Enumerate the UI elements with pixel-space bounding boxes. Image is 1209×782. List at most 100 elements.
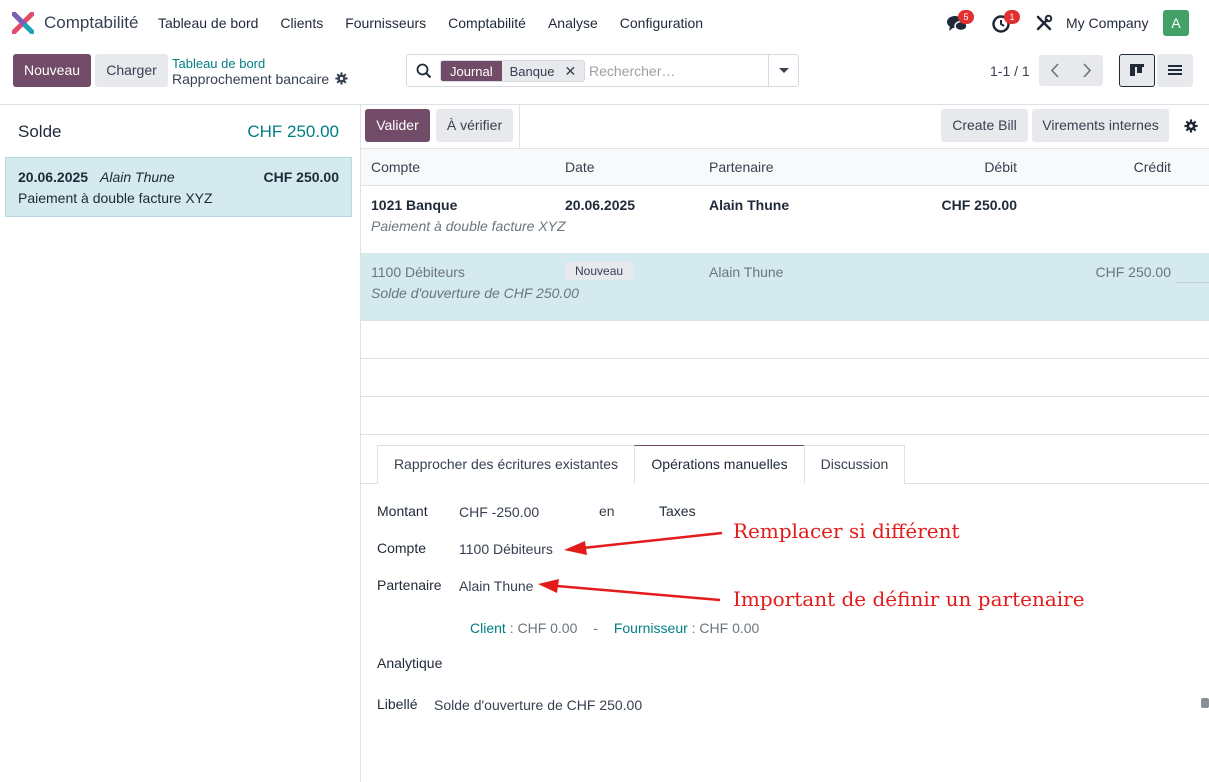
tab-manual-operations[interactable]: Opérations manuelles bbox=[634, 445, 805, 484]
empty-row bbox=[361, 359, 1209, 397]
messages-count-badge: 5 bbox=[958, 10, 974, 24]
page-title: Rapprochement bancaire bbox=[172, 71, 330, 87]
partner-balances: Client : CHF 0.00 - Fournisseur : CHF 0.… bbox=[470, 620, 759, 636]
annotation-define-partner: Important de définir un partenaire bbox=[733, 587, 1085, 611]
partner-field[interactable]: Alain Thune bbox=[459, 578, 533, 594]
arrow-to-account-icon bbox=[582, 531, 723, 550]
gear-icon[interactable] bbox=[1184, 119, 1198, 133]
search-options-toggle[interactable] bbox=[768, 55, 798, 86]
search-facet-journal: Journal Banque ✕ bbox=[440, 60, 586, 82]
new-badge: Nouveau bbox=[565, 262, 634, 280]
top-navbar: Comptabilité Tableau de bord Clients Fou… bbox=[0, 0, 1209, 46]
menu-item-configuration[interactable]: Configuration bbox=[620, 15, 703, 31]
menu-item-dashboard[interactable]: Tableau de bord bbox=[158, 15, 258, 31]
client-balance-value: : CHF 0.00 bbox=[509, 620, 578, 636]
debug-tools-button[interactable] bbox=[1035, 12, 1057, 34]
table-header: Compte Date Partenaire Débit Crédit bbox=[361, 148, 1209, 186]
search-bar: Journal Banque ✕ bbox=[406, 54, 799, 87]
pager-value[interactable]: 1-1 / 1 bbox=[990, 63, 1030, 79]
statement-date: 20.06.2025 bbox=[18, 169, 89, 185]
analytic-label: Analytique bbox=[377, 655, 443, 671]
row-debit: CHF 250.00 bbox=[941, 197, 1017, 213]
table-row[interactable]: 1021 Banque 20.06.2025 Alain Thune CHF 2… bbox=[361, 187, 1209, 254]
empty-row bbox=[361, 321, 1209, 359]
row-partner: Alain Thune bbox=[709, 197, 790, 213]
menu-item-customers[interactable]: Clients bbox=[280, 15, 323, 31]
messages-button[interactable]: 5 bbox=[946, 10, 974, 34]
list-icon bbox=[1168, 65, 1182, 75]
supplier-balance-link[interactable]: Fournisseur bbox=[614, 620, 688, 636]
divider bbox=[0, 104, 1209, 105]
annotation-replace-account: Remplacer si différent bbox=[733, 519, 960, 543]
empty-row bbox=[361, 397, 1209, 435]
menu-item-reporting[interactable]: Analyse bbox=[548, 15, 598, 31]
to-check-button[interactable]: À vérifier bbox=[436, 109, 513, 142]
create-bill-button[interactable]: Create Bill bbox=[941, 109, 1028, 142]
accounting-app-icon[interactable] bbox=[12, 12, 34, 34]
list-view-button[interactable] bbox=[1157, 54, 1193, 87]
main-menu: Tableau de bord Clients Fournisseurs Com… bbox=[158, 15, 725, 31]
table-row-selected[interactable]: 1100 Débiteurs Nouveau Alain Thune CHF 2… bbox=[361, 254, 1209, 321]
column-header-account: Compte bbox=[371, 159, 421, 175]
search-icon[interactable] bbox=[416, 63, 432, 79]
pager-previous-button[interactable] bbox=[1039, 55, 1071, 86]
gear-icon[interactable] bbox=[335, 72, 348, 85]
facet-value: Banque bbox=[501, 61, 563, 81]
validate-button[interactable]: Valider bbox=[365, 109, 430, 142]
account-label: Compte bbox=[377, 540, 427, 556]
balance-amount: CHF 250.00 bbox=[247, 122, 339, 141]
row-account: 1100 Débiteurs bbox=[371, 264, 465, 280]
label-field[interactable]: Solde d'ouverture de CHF 250.00 bbox=[434, 697, 642, 713]
currency-prefix: en bbox=[599, 503, 615, 519]
taxes-label: Taxes bbox=[659, 503, 696, 519]
balance-separator: - bbox=[593, 620, 598, 636]
bank-statement-line[interactable]: 20.06.2025 Alain Thune CHF 250.00 Paieme… bbox=[5, 157, 352, 217]
credit-input-underline bbox=[1175, 282, 1209, 283]
row-account: 1021 Banque bbox=[371, 197, 458, 213]
supplier-balance-value: : CHF 0.00 bbox=[691, 620, 760, 636]
tab-match-existing[interactable]: Rapprocher des écritures existantes bbox=[377, 445, 635, 484]
label-label: Libellé bbox=[377, 696, 418, 712]
upload-button[interactable]: Charger bbox=[95, 54, 168, 87]
remove-facet-icon[interactable]: ✕ bbox=[562, 61, 585, 81]
breadcrumb-dashboard-link[interactable]: Tableau de bord bbox=[172, 56, 265, 71]
statement-label: Paiement à double facture XYZ bbox=[18, 190, 213, 206]
chevron-right-icon bbox=[1083, 63, 1092, 78]
tab-discussion[interactable]: Discussion bbox=[804, 445, 905, 484]
company-switcher[interactable]: My Company bbox=[1066, 15, 1148, 31]
kanban-icon bbox=[1130, 64, 1144, 76]
partner-label: Partenaire bbox=[377, 577, 442, 593]
row-label: Solde d'ouverture de CHF 250.00 bbox=[371, 285, 579, 301]
pager-next-button[interactable] bbox=[1071, 55, 1103, 86]
search-input[interactable] bbox=[589, 61, 764, 81]
toolbar-divider bbox=[519, 105, 520, 149]
menu-item-vendors[interactable]: Fournisseurs bbox=[345, 15, 426, 31]
row-date: 20.06.2025 bbox=[565, 197, 636, 213]
facet-label: Journal bbox=[441, 61, 502, 81]
balance-label: Solde bbox=[18, 122, 62, 141]
activities-count-badge: 1 bbox=[1004, 10, 1020, 24]
menu-item-accounting[interactable]: Comptabilité bbox=[448, 15, 526, 31]
chevron-left-icon bbox=[1050, 63, 1059, 78]
account-field[interactable]: 1100 Débiteurs bbox=[459, 541, 553, 557]
column-header-credit: Crédit bbox=[1133, 159, 1171, 175]
arrow-to-partner-icon bbox=[556, 584, 721, 602]
statement-partner: Alain Thune bbox=[100, 169, 175, 185]
user-avatar[interactable]: A bbox=[1163, 10, 1189, 36]
column-header-partner: Partenaire bbox=[709, 159, 774, 175]
app-title[interactable]: Comptabilité bbox=[44, 13, 139, 33]
activities-button[interactable]: 1 bbox=[992, 10, 1020, 34]
amount-label: Montant bbox=[377, 503, 428, 519]
arrowhead-account-icon bbox=[564, 541, 587, 555]
internal-transfers-button[interactable]: Virements internes bbox=[1032, 109, 1169, 142]
kanban-view-button[interactable] bbox=[1119, 54, 1155, 87]
row-partner: Alain Thune bbox=[709, 264, 784, 280]
column-header-date: Date bbox=[565, 159, 595, 175]
arrowhead-partner-icon bbox=[538, 579, 559, 593]
amount-field[interactable]: CHF -250.00 bbox=[459, 504, 539, 520]
row-label: Paiement à double facture XYZ bbox=[371, 218, 566, 234]
client-balance-link[interactable]: Client bbox=[470, 620, 506, 636]
column-header-debit: Débit bbox=[984, 159, 1017, 175]
new-button[interactable]: Nouveau bbox=[13, 54, 91, 87]
scroll-handle[interactable] bbox=[1201, 698, 1209, 708]
